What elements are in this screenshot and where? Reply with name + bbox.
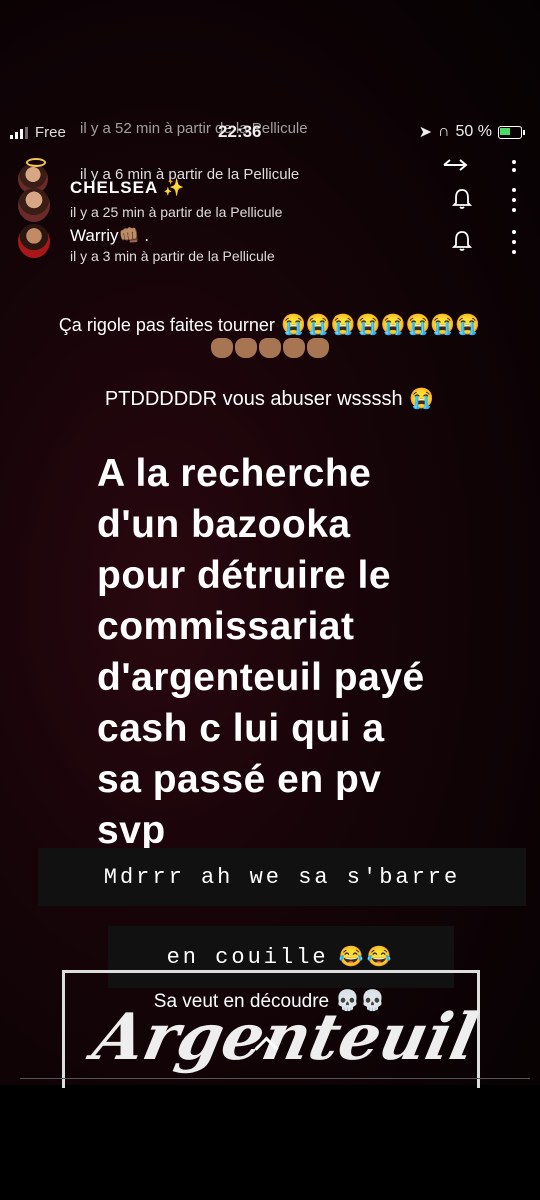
more-options-icon[interactable] — [512, 230, 518, 254]
headphones-icon: ∩ — [438, 123, 450, 140]
clock: 22:36 — [218, 122, 262, 141]
main-text-line: d'un bazooka — [97, 503, 351, 546]
bell-icon[interactable] — [452, 188, 472, 210]
typewriter-text: Mdrrr ah we sa s'barre — [103, 864, 461, 890]
signal-icon — [10, 126, 28, 139]
viewer-name: CHELSEA ✨ — [70, 178, 186, 197]
laughing-emoji: 😂😂 — [338, 947, 395, 970]
main-text-line: commissariat — [97, 605, 355, 648]
fist-emoji-row — [0, 338, 540, 363]
fist-icon — [211, 338, 233, 358]
carrier-label: Free — [35, 124, 66, 141]
carrier-info: Free — [10, 124, 66, 141]
location-arrow-icon: ➤ — [418, 124, 433, 141]
avatar[interactable] — [18, 188, 50, 222]
main-text-line: A la recherche — [97, 452, 372, 495]
bell-icon[interactable] — [452, 230, 472, 252]
viewer-name: Warriy👊🏽 . — [70, 226, 150, 245]
halo-icon — [26, 158, 46, 167]
viewer-time: il y a 25 min à partir de la Pellicule — [70, 204, 283, 220]
caption-bottom-text: Sa veut en découdre — [153, 991, 330, 1012]
battery-icon — [498, 125, 525, 139]
caption-top-text: Ça rigole pas faites tourner — [58, 315, 275, 335]
typewriter-text: en couille — [166, 944, 329, 970]
skull-emoji: 💀💀 — [335, 990, 386, 1012]
status-right: ➤ ∩ 50 % — [418, 122, 525, 142]
main-text-line: cash c lui qui a — [97, 707, 385, 750]
fist-icon — [259, 338, 281, 358]
main-text-line: pour détruire le — [97, 554, 392, 597]
divider — [20, 1078, 530, 1079]
more-options-icon[interactable] — [512, 160, 518, 172]
main-story-text: A la recherche d'un bazooka pour détruir… — [97, 448, 527, 856]
caption-second-text: PTDDDDDR vous abuser wssssh — [104, 388, 403, 410]
caption-bottom: Sa veut en découdre 💀💀 — [0, 988, 540, 1013]
avatar[interactable] — [18, 224, 50, 258]
typewriter-caption-1: Mdrrr ah we sa s'barre — [38, 848, 526, 906]
fist-icon — [283, 338, 305, 358]
main-text-line: d'argenteuil payé — [97, 656, 425, 699]
ghost-overlay-text: il y a 52 min à partir de la Pellicule — [80, 120, 308, 137]
fist-icon — [235, 338, 257, 358]
battery-percent: 50 % — [455, 123, 492, 140]
crying-emoji: 😭 — [409, 388, 435, 410]
crying-emoji-row: 😭😭😭😭😭😭😭😭 — [280, 314, 481, 336]
viewer-time: il y a 3 min à partir de la Pellicule — [70, 248, 275, 264]
reply-arrows-icon[interactable] — [442, 158, 468, 172]
main-text-line: sa passé en pv — [97, 758, 382, 801]
more-options-icon[interactable] — [512, 188, 518, 212]
caption-top: Ça rigole pas faites tourner 😭😭😭😭😭😭😭😭 — [0, 312, 540, 337]
viewer-row[interactable]: Warriy👊🏽 . il y a 3 min à partir de la P… — [18, 222, 528, 268]
fist-icon — [307, 338, 329, 358]
viewer-row[interactable]: CHELSEA ✨ il y a 25 min à partir de la P… — [18, 176, 528, 222]
status-bar: Free il y a 52 min à partir de la Pellic… — [0, 118, 540, 148]
caption-second: PTDDDDDR vous abuser wssssh 😭 — [0, 386, 540, 411]
